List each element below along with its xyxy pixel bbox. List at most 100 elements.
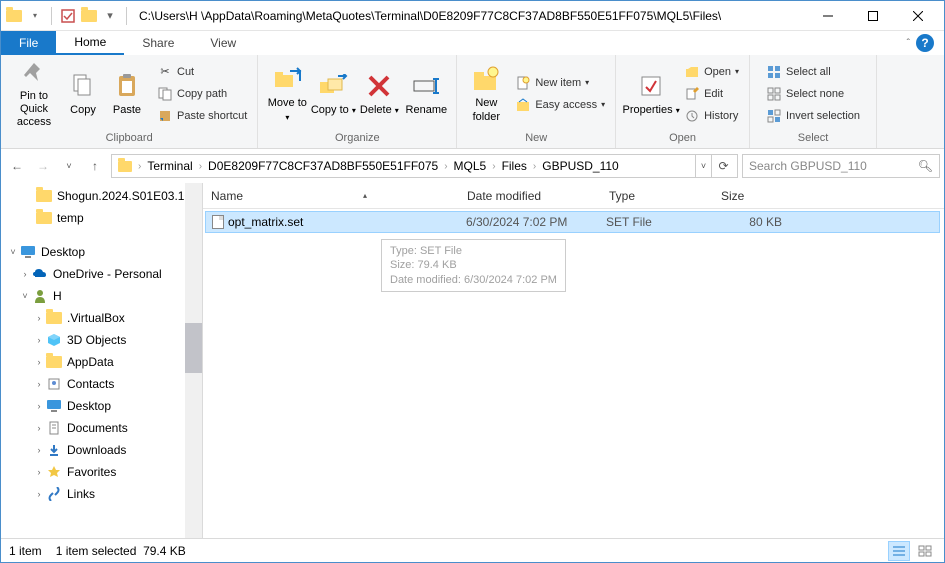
column-date[interactable]: Date modified [459, 183, 601, 208]
paste-shortcut-label: Paste shortcut [177, 110, 247, 122]
file-tooltip: Type: SET File Size: 79.4 KB Date modifi… [381, 239, 566, 292]
tree-item-contacts[interactable]: ›Contacts [1, 373, 202, 395]
edit-button[interactable]: Edit [680, 83, 743, 105]
history-button[interactable]: History [680, 105, 743, 127]
copy-path-button[interactable]: Copy path [153, 83, 251, 105]
open-button[interactable]: Open ▾ [680, 61, 743, 83]
copy-path-label: Copy path [177, 88, 227, 100]
select-group-label: Select [750, 132, 876, 148]
pin-to-quick-access-button[interactable]: Pin to Quick access [7, 58, 61, 130]
user-icon [31, 287, 49, 305]
crumb-gbpusd[interactable]: GBPUSD_110 [538, 159, 622, 173]
tree-item-3d-objects[interactable]: ›3D Objects [1, 329, 202, 351]
search-input[interactable]: Search GBPUSD_110 🔍︎ [742, 154, 940, 178]
chevron-right-icon[interactable]: › [136, 161, 143, 172]
cut-button[interactable]: ✂Cut [153, 61, 251, 83]
select-none-button[interactable]: Select none [762, 83, 864, 105]
tree-label: temp [57, 211, 84, 225]
copy-to-label: Copy to [311, 104, 349, 116]
maximize-button[interactable] [850, 2, 895, 30]
up-button[interactable]: ↑ [83, 154, 107, 178]
invert-selection-button[interactable]: Invert selection [762, 105, 864, 127]
tree-item-shogun[interactable]: Shogun.2024.S01E03.108 [1, 185, 202, 207]
view-tab[interactable]: View [192, 31, 254, 55]
help-button[interactable]: ? [916, 34, 934, 52]
minimize-button[interactable] [805, 2, 850, 30]
paste-button[interactable]: Paste [105, 58, 149, 130]
copy-button[interactable]: Copy [61, 58, 105, 130]
file-tab[interactable]: File [1, 31, 56, 55]
select-all-icon [766, 64, 782, 80]
column-name[interactable]: Name▴ [203, 183, 459, 208]
breadcrumb-root-icon[interactable] [114, 161, 136, 172]
select-none-icon [766, 86, 782, 102]
easy-access-button[interactable]: Easy access ▾ [511, 94, 609, 116]
details-view-button[interactable] [888, 541, 910, 561]
chevron-right-icon[interactable]: › [197, 161, 204, 172]
tree-item-desktop[interactable]: ›Desktop [1, 395, 202, 417]
status-bar: 1 item 1 item selected 79.4 KB [1, 538, 944, 562]
share-tab[interactable]: Share [124, 31, 192, 55]
column-size[interactable]: Size [713, 183, 795, 208]
home-tab[interactable]: Home [56, 31, 124, 55]
paste-shortcut-button[interactable]: Paste shortcut [153, 105, 251, 127]
clipboard-group-label: Clipboard [1, 132, 257, 148]
crumb-mql5[interactable]: MQL5 [450, 159, 491, 173]
refresh-button[interactable]: ⟳ [711, 155, 735, 177]
tree-item-downloads[interactable]: ›Downloads [1, 439, 202, 461]
paste-shortcut-icon [157, 108, 173, 124]
tree-item-documents[interactable]: ›Documents [1, 417, 202, 439]
rename-button[interactable]: Rename [402, 58, 450, 130]
address-dropdown-icon[interactable]: ˅ [695, 155, 711, 177]
nav-row: ← → ˅ ↑ › Terminal › D0E8209F77C8CF37AD8… [1, 149, 944, 183]
tree-item-appdata[interactable]: ›AppData [1, 351, 202, 373]
file-list: Name▴ Date modified Type Size opt_matrix… [203, 183, 944, 538]
tree-item-desktop-root[interactable]: ˅Desktop [1, 241, 202, 263]
open-group-label: Open [616, 132, 749, 148]
tree-item-virtualbox[interactable]: ›.VirtualBox [1, 307, 202, 329]
new-item-button[interactable]: New item ▾ [511, 72, 609, 94]
qat-dropdown-icon[interactable]: ▾ [26, 7, 44, 25]
tree-item-favorites[interactable]: ›Favorites [1, 461, 202, 483]
properties-icon[interactable] [59, 7, 77, 25]
copy-to-button[interactable]: Copy to ▾ [310, 58, 356, 130]
tree-item-onedrive[interactable]: ›OneDrive - Personal [1, 263, 202, 285]
move-to-button[interactable]: Move to ▾ [264, 58, 310, 130]
chevron-right-icon[interactable]: › [531, 161, 538, 172]
crumb-files[interactable]: Files [498, 159, 531, 173]
column-type[interactable]: Type [601, 183, 713, 208]
back-button[interactable]: ← [5, 154, 29, 178]
new-item-label: New item [535, 77, 581, 89]
ribbon-collapse-icon[interactable]: ˆ [907, 38, 910, 49]
tooltip-size: Size: 79.4 KB [390, 258, 557, 272]
tree-item-links[interactable]: ›Links [1, 483, 202, 505]
file-row[interactable]: opt_matrix.set 6/30/2024 7:02 PM SET Fil… [205, 211, 940, 233]
forward-button[interactable]: → [31, 154, 55, 178]
tree-item-temp[interactable]: temp [1, 207, 202, 229]
address-bar[interactable]: › Terminal › D0E8209F77C8CF37AD8BF550E51… [111, 154, 738, 178]
search-icon[interactable]: 🔍︎ [918, 159, 933, 173]
crumb-hash[interactable]: D0E8209F77C8CF37AD8BF550E51FF075 [204, 159, 442, 173]
tooltip-type: Type: SET File [390, 244, 557, 258]
tree-label: H [53, 289, 62, 303]
chevron-right-icon[interactable]: › [442, 161, 449, 172]
new-folder-button[interactable]: New folder [463, 58, 509, 130]
tree-item-user-h[interactable]: ˅H [1, 285, 202, 307]
copy-to-icon [317, 70, 349, 102]
file-size: 80 KB [710, 215, 788, 229]
crumb-terminal[interactable]: Terminal [143, 159, 196, 173]
overflow-icon[interactable]: ▾ [101, 7, 119, 25]
recent-locations-button[interactable]: ˅ [57, 154, 81, 178]
properties-button[interactable]: Properties ▾ [622, 58, 680, 130]
column-size-label: Size [721, 189, 744, 203]
chevron-right-icon[interactable]: › [490, 161, 497, 172]
column-name-label: Name [211, 189, 243, 203]
close-button[interactable] [895, 2, 940, 30]
delete-button[interactable]: Delete ▾ [356, 58, 402, 130]
thumbnails-view-button[interactable] [914, 541, 936, 561]
paste-label: Paste [113, 104, 141, 117]
rename-icon [410, 70, 442, 102]
scrollbar-thumb[interactable] [185, 323, 202, 373]
select-all-button[interactable]: Select all [762, 61, 864, 83]
tree-label: Contacts [67, 377, 114, 391]
